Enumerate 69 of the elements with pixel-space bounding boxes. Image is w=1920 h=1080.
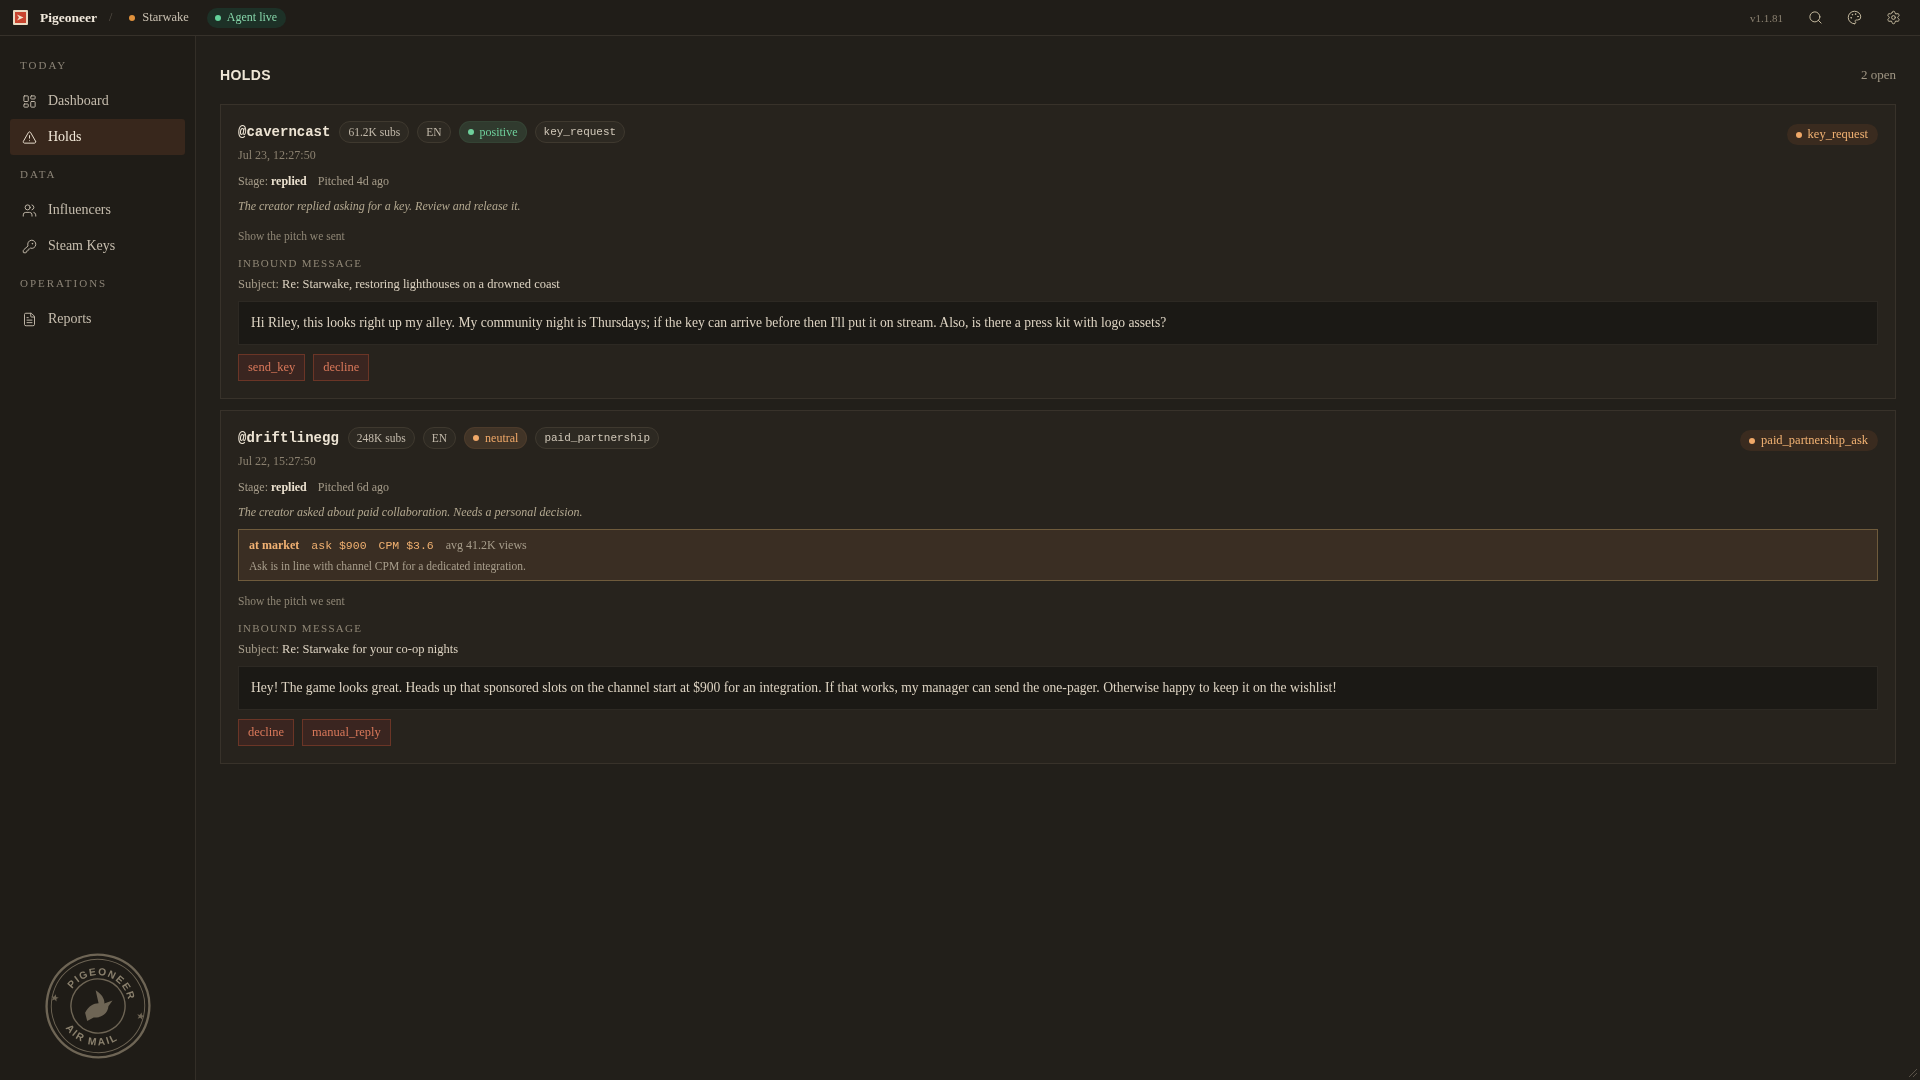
info-tag: 61.2K subs xyxy=(339,121,410,143)
stage-text: Stage: replied xyxy=(238,479,307,496)
message-subject: Subject: Re: Starwake, restoring lighthouses on a drowned coast xyxy=(238,276,561,293)
resize-grip-icon xyxy=(1908,1068,1917,1077)
market-note: Ask is in line with channel CPM for a dedicated integration. xyxy=(249,559,527,574)
nav-item[interactable]: Steam Keys xyxy=(10,228,185,264)
status-text: Agent live xyxy=(226,10,278,25)
nav-item[interactable]: Holds xyxy=(10,119,185,155)
nav-item[interactable]: Influencers xyxy=(10,192,185,228)
info-tag: EN xyxy=(422,427,457,449)
timestamp: Jul 22, 15:27:50 xyxy=(238,453,317,469)
project-dot-icon xyxy=(129,14,136,21)
timestamp: Jul 23, 12:27:50 xyxy=(238,147,317,163)
open-count: 2 open xyxy=(1860,67,1896,83)
palette-icon xyxy=(1847,10,1862,25)
status-dot-icon xyxy=(214,14,221,21)
message-subject: Subject: Re: Starwake for your co-op nights xyxy=(238,641,460,658)
intent-tag: key_request xyxy=(534,121,626,143)
section-label: INBOUND MESSAGE xyxy=(238,256,364,270)
ask-price: ask $900 xyxy=(311,538,367,554)
nav-item[interactable]: Dashboard xyxy=(10,83,185,119)
show-pitch-link[interactable]: Show the pitch we sent xyxy=(238,228,345,244)
nav-item[interactable]: Reports xyxy=(10,301,185,337)
cpm-value: CPM $3.6 xyxy=(378,538,434,554)
show-pitch-link[interactable]: Show the pitch we sent xyxy=(238,593,345,609)
settings-icon xyxy=(1886,10,1901,25)
pitched-text: Pitched 4d ago xyxy=(317,173,390,190)
status-dot-icon xyxy=(1749,437,1756,444)
section-title: TODAY xyxy=(20,59,69,72)
version-text: v1.1.81 xyxy=(1750,11,1783,24)
logo-icon xyxy=(13,10,28,25)
section-label: INBOUND MESSAGE xyxy=(238,621,364,635)
section-title: OPERATIONS xyxy=(20,277,109,290)
market-verdict: at market xyxy=(249,537,300,554)
theme-button[interactable] xyxy=(1847,10,1862,25)
document-icon xyxy=(22,311,37,327)
status-dot-icon xyxy=(1795,131,1802,138)
inbound-message: Hi Riley, this looks right up my alley. My community night is Thursdays; if the key can arrive before then I'll put it on stream. Also, is there a press kit with logo assets? xyxy=(238,301,1878,345)
settings-button[interactable] xyxy=(1886,10,1901,25)
reason-label: paid_partnership_ask xyxy=(1761,433,1868,448)
action-button[interactable]: decline xyxy=(238,719,295,746)
sentiment-label: positive xyxy=(479,124,518,140)
hold-note: The creator asked about paid collaboration. Needs a personal decision. xyxy=(238,504,584,521)
info-tag: 248K subs xyxy=(347,427,415,449)
users-icon xyxy=(22,202,37,218)
inbound-message: Hey! The game looks great. Heads up that sponsored slots on the channel start at $900 for an integration. If that works, my manager can send the one-pager. Otherwise happy to keep it on the wishlist! xyxy=(238,666,1878,710)
warning-icon xyxy=(22,129,37,145)
pitched-text: Pitched 6d ago xyxy=(317,479,390,496)
hold-note: The creator replied asking for a key. Review and release it. xyxy=(238,198,522,215)
key-icon xyxy=(22,238,37,254)
search-button[interactable] xyxy=(1808,10,1823,25)
search-icon xyxy=(1808,10,1823,25)
action-button[interactable]: send_key xyxy=(238,354,306,381)
intent-tag: paid_partnership xyxy=(535,427,659,449)
sentiment-label: neutral xyxy=(485,430,519,446)
reason-label: key_request xyxy=(1807,127,1868,142)
action-button[interactable]: decline xyxy=(313,354,370,381)
average-views: avg 41.2K views xyxy=(445,537,527,554)
brand-name: Pigeoneer xyxy=(40,9,97,26)
creator-handle: @driftlinegg xyxy=(238,430,339,446)
creator-handle: @caverncast xyxy=(238,124,331,140)
dashboard-icon xyxy=(22,93,37,109)
project-name[interactable]: Starwake xyxy=(142,10,189,25)
page-title: HOLDS xyxy=(220,67,271,83)
info-tag: EN xyxy=(417,121,451,143)
stage-text: Stage: replied xyxy=(238,173,307,190)
breadcrumb-separator: / xyxy=(109,10,113,25)
section-title: DATA xyxy=(20,168,58,181)
action-button[interactable]: manual_reply xyxy=(302,719,391,746)
